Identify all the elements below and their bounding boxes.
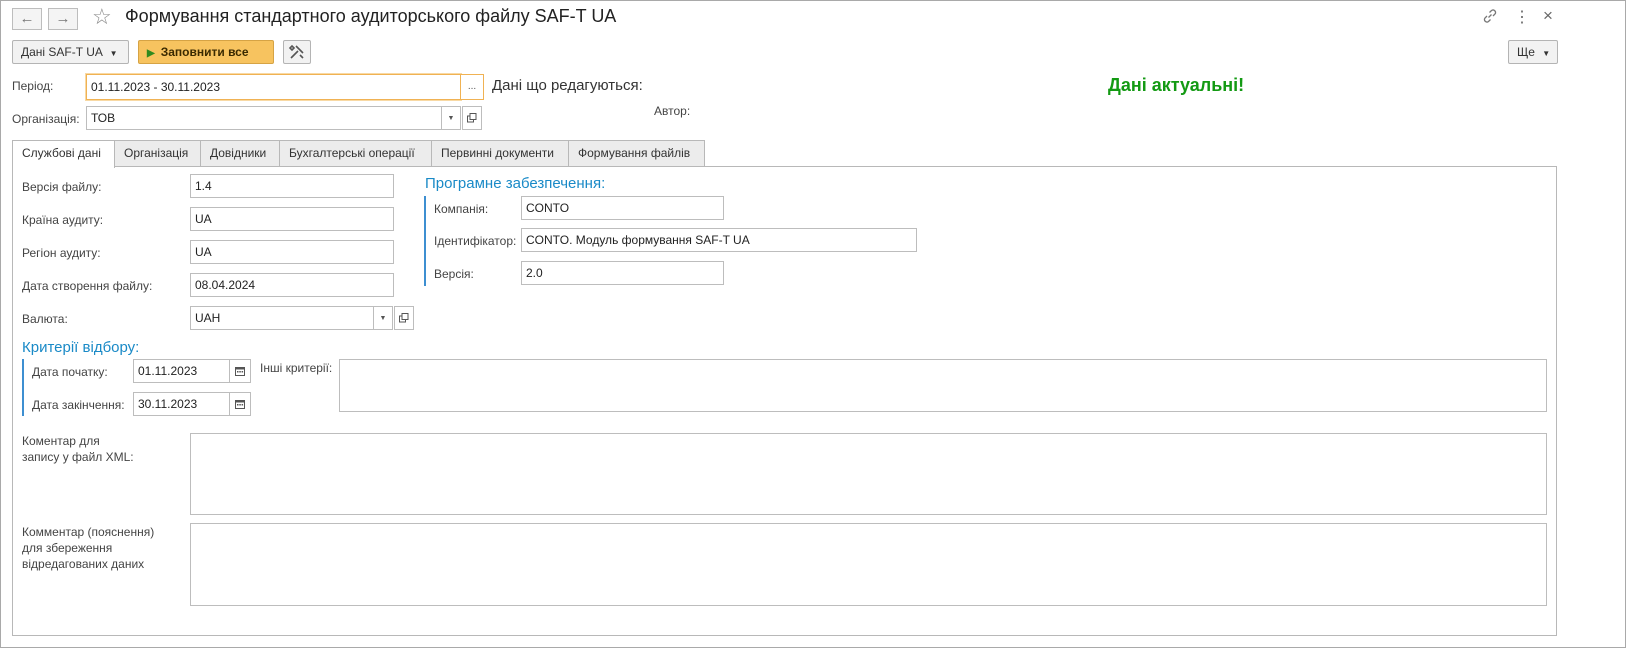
organization-open-button[interactable] bbox=[462, 106, 482, 130]
page-title: Формування стандартного аудиторського фа… bbox=[125, 6, 617, 26]
data-saft-menu-button[interactable]: Дані SAF-T UA ▼ bbox=[12, 40, 129, 64]
start-date-input[interactable]: 01.11.2023 bbox=[133, 359, 230, 383]
period-label: Період: bbox=[12, 79, 54, 93]
data-saft-menu-label: Дані SAF-T UA bbox=[21, 45, 103, 59]
identifier-input[interactable]: CONTO. Модуль формування SAF-T UA bbox=[521, 228, 917, 252]
criteria-group-bar bbox=[22, 359, 24, 416]
edit-comment-label-line2: для збереження bbox=[22, 541, 113, 555]
edit-comment-label-line3: відредагованих даних bbox=[22, 557, 145, 571]
currency-label: Валюта: bbox=[22, 312, 68, 326]
start-date-calendar-button[interactable] bbox=[229, 359, 251, 383]
organization-input[interactable]: ТОВ bbox=[86, 106, 442, 130]
creation-date-label: Дата створення файлу: bbox=[22, 279, 153, 293]
arrow-right-icon: → bbox=[55, 10, 71, 27]
tab-file-generation[interactable]: Формування файлів bbox=[568, 140, 705, 166]
edit-comment-label-line1: Комментар (пояснення) bbox=[22, 525, 155, 539]
star-icon[interactable]: ☆ bbox=[92, 4, 112, 30]
open-window-icon bbox=[399, 313, 409, 323]
calendar-icon bbox=[235, 400, 245, 409]
region-input[interactable]: UA bbox=[190, 240, 394, 264]
currency-dropdown-button[interactable]: ▼ bbox=[373, 306, 393, 330]
tab-accounting-operations[interactable]: Бухгалтерські операції bbox=[279, 140, 432, 166]
software-group-title: Програмне забезпечення: bbox=[425, 175, 606, 192]
arrow-left-icon: ← bbox=[19, 10, 35, 27]
period-input[interactable]: 01.11.2023 - 30.11.2023 bbox=[86, 74, 461, 100]
tab-organization[interactable]: Організація bbox=[114, 140, 201, 166]
more-button[interactable]: Ще ▼ bbox=[1508, 40, 1558, 64]
creation-date-input[interactable]: 08.04.2024 bbox=[190, 273, 394, 297]
more-vertical-icon[interactable]: ⋮ bbox=[1514, 7, 1530, 27]
tools-icon bbox=[288, 44, 304, 59]
file-version-input[interactable]: 1.4 bbox=[190, 174, 394, 198]
company-label: Компанія: bbox=[434, 202, 489, 216]
other-criteria-label: Інші критерії: bbox=[260, 361, 333, 375]
tab-directories[interactable]: Довідники bbox=[200, 140, 280, 166]
tab-primary-documents[interactable]: Первинні документи bbox=[431, 140, 569, 166]
link-icon[interactable] bbox=[1482, 8, 1498, 24]
close-icon[interactable]: × bbox=[1543, 6, 1553, 26]
open-window-icon bbox=[467, 113, 477, 123]
software-group-bar bbox=[424, 196, 426, 286]
currency-open-button[interactable] bbox=[394, 306, 414, 330]
edit-comment-textarea[interactable] bbox=[190, 523, 1547, 606]
end-date-calendar-button[interactable] bbox=[229, 392, 251, 416]
currency-input[interactable]: UAH bbox=[190, 306, 374, 330]
file-version-label: Версія файлу: bbox=[22, 180, 102, 194]
software-version-input[interactable]: 2.0 bbox=[521, 261, 724, 285]
chevron-down-icon: ▼ bbox=[109, 49, 118, 58]
calendar-icon bbox=[235, 367, 245, 376]
fill-all-label: Заповнити все bbox=[160, 45, 249, 59]
tools-button[interactable] bbox=[283, 40, 311, 64]
status-text: Дані актуальні! bbox=[1108, 75, 1245, 95]
play-icon: ▶ bbox=[147, 48, 155, 59]
forward-button[interactable]: → bbox=[48, 8, 78, 30]
organization-label: Організація: bbox=[12, 112, 80, 126]
organization-dropdown-button[interactable]: ▼ bbox=[441, 106, 461, 130]
company-input[interactable]: CONTO bbox=[521, 196, 724, 220]
xml-comment-textarea[interactable] bbox=[190, 433, 1547, 515]
chevron-down-icon: ▼ bbox=[447, 115, 455, 122]
start-date-label: Дата початку: bbox=[32, 365, 108, 379]
chevron-down-icon: ▼ bbox=[1542, 49, 1551, 58]
edited-data-label: Дані що редагуються: bbox=[492, 77, 643, 94]
author-label: Автор: bbox=[654, 104, 691, 118]
end-date-input[interactable]: 30.11.2023 bbox=[133, 392, 230, 416]
more-label: Ще bbox=[1517, 45, 1535, 59]
xml-comment-label-line1: Коментар для bbox=[22, 434, 100, 448]
region-label: Регіон аудиту: bbox=[22, 246, 101, 260]
chevron-down-icon: ▼ bbox=[379, 315, 387, 322]
identifier-label: Ідентифікатор: bbox=[434, 234, 517, 248]
period-select-button[interactable]: ... bbox=[460, 74, 484, 100]
tab-service-data[interactable]: Службові дані bbox=[12, 140, 115, 168]
back-button[interactable]: ← bbox=[12, 8, 42, 30]
country-input[interactable]: UA bbox=[190, 207, 394, 231]
other-criteria-textarea[interactable] bbox=[339, 359, 1547, 412]
fill-all-button[interactable]: ▶ Заповнити все bbox=[138, 40, 274, 64]
country-label: Країна аудиту: bbox=[22, 213, 104, 227]
xml-comment-label-line2: запису у файл XML: bbox=[22, 450, 134, 464]
criteria-group-title: Критерії відбору: bbox=[22, 339, 140, 356]
software-version-label: Версія: bbox=[434, 267, 474, 281]
end-date-label: Дата закінчення: bbox=[32, 398, 125, 412]
